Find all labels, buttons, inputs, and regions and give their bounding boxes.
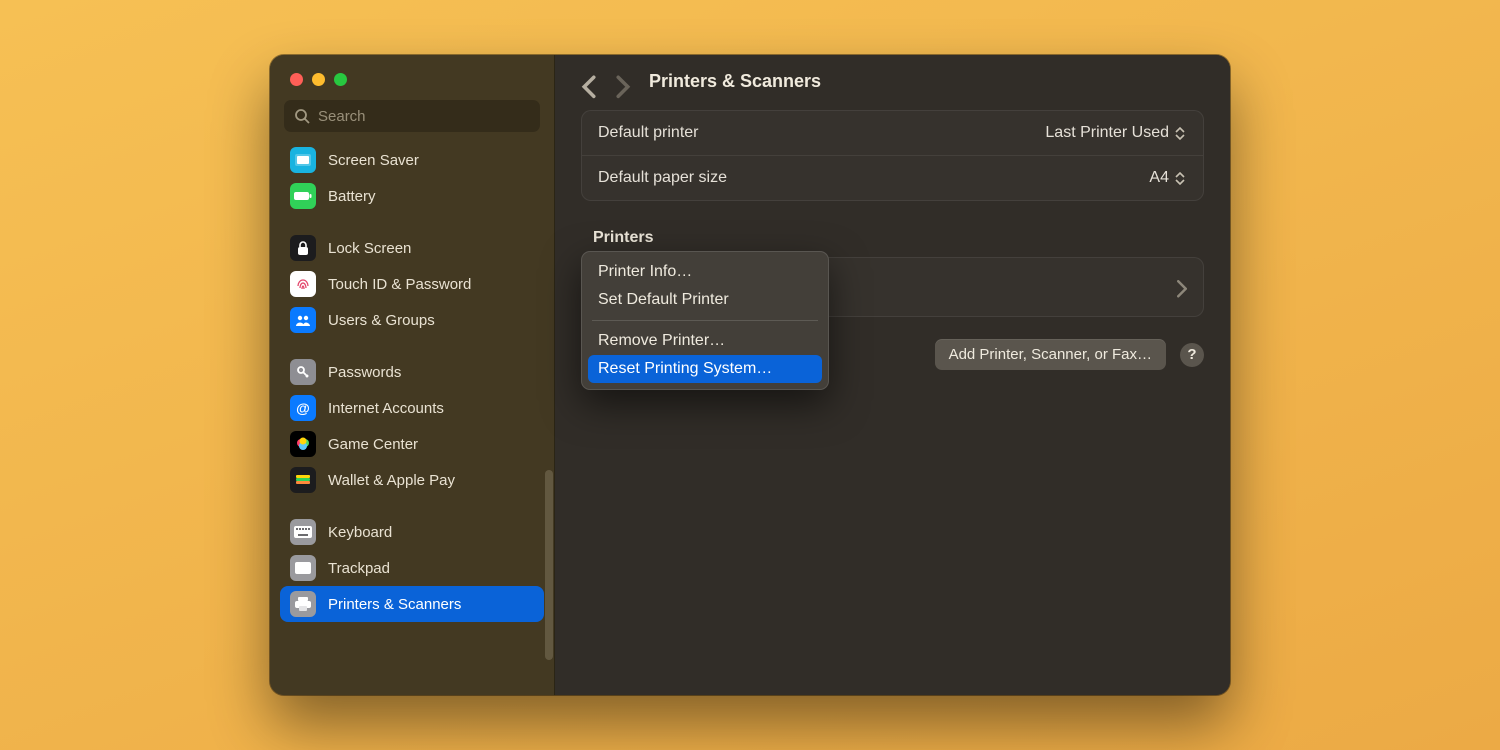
updown-icon <box>1175 127 1187 140</box>
nav-back-button[interactable] <box>581 74 597 90</box>
sidebar-item-users-groups[interactable]: Users & Groups <box>280 302 544 338</box>
sidebar: Screen Saver Battery Lock Screen <box>270 55 555 695</box>
lock-icon <box>290 235 316 261</box>
sidebar-item-label: Battery <box>328 188 376 205</box>
key-icon <box>290 359 316 385</box>
gamecenter-icon <box>290 431 316 457</box>
sidebar-item-battery[interactable]: Battery <box>280 178 544 214</box>
minimize-window-button[interactable] <box>312 73 325 86</box>
menu-item-set-default[interactable]: Set Default Printer <box>588 286 822 314</box>
sidebar-item-printers-scanners[interactable]: Printers & Scanners <box>280 586 544 622</box>
keyboard-icon <box>290 519 316 545</box>
menu-item-remove-printer[interactable]: Remove Printer… <box>588 327 822 355</box>
search-container <box>270 86 554 140</box>
at-icon: @ <box>290 395 316 421</box>
sidebar-item-touch-id[interactable]: Touch ID & Password <box>280 266 544 302</box>
help-button[interactable]: ? <box>1180 343 1204 367</box>
nav-forward-button[interactable] <box>615 74 631 90</box>
fingerprint-icon <box>290 271 316 297</box>
traffic-lights <box>270 55 554 86</box>
sidebar-item-label: Game Center <box>328 436 418 453</box>
titlebar: Printers & Scanners <box>581 71 1204 110</box>
zoom-window-button[interactable] <box>334 73 347 86</box>
default-printer-row[interactable]: Default printer Last Printer Used <box>582 111 1203 155</box>
scrollbar-thumb[interactable] <box>545 470 553 660</box>
trackpad-icon <box>290 555 316 581</box>
sidebar-item-keyboard[interactable]: Keyboard <box>280 514 544 550</box>
system-settings-window: Screen Saver Battery Lock Screen <box>270 55 1230 695</box>
sidebar-item-label: Printers & Scanners <box>328 596 461 613</box>
printer-icon <box>290 591 316 617</box>
printers-section-title: Printers <box>593 229 1204 247</box>
search-input[interactable] <box>284 100 540 132</box>
defaults-card: Default printer Last Printer Used Defaul… <box>581 110 1204 201</box>
row-value: A4 <box>1149 169 1187 187</box>
default-paper-row[interactable]: Default paper size A4 <box>582 155 1203 200</box>
sidebar-item-label: Wallet & Apple Pay <box>328 472 455 489</box>
users-icon <box>290 307 316 333</box>
default-printer-value: Last Printer Used <box>1045 124 1169 142</box>
row-label: Default paper size <box>598 169 727 187</box>
wallet-icon <box>290 467 316 493</box>
sidebar-item-internet-accounts[interactable]: @ Internet Accounts <box>280 390 544 426</box>
sidebar-item-label: Internet Accounts <box>328 400 444 417</box>
sidebar-item-passwords[interactable]: Passwords <box>280 354 544 390</box>
page-title: Printers & Scanners <box>649 71 821 92</box>
sidebar-item-label: Trackpad <box>328 560 390 577</box>
battery-icon <box>290 183 316 209</box>
chevron-right-icon <box>1177 280 1187 294</box>
row-label: Default printer <box>598 124 699 142</box>
sidebar-item-label: Users & Groups <box>328 312 435 329</box>
search-icon <box>294 108 310 124</box>
sidebar-item-lock-screen[interactable]: Lock Screen <box>280 230 544 266</box>
default-paper-value: A4 <box>1149 169 1169 187</box>
sidebar-item-wallet[interactable]: Wallet & Apple Pay <box>280 462 544 498</box>
screen-saver-icon <box>290 147 316 173</box>
row-value: Last Printer Used <box>1045 124 1187 142</box>
sidebar-item-trackpad[interactable]: Trackpad <box>280 550 544 586</box>
sidebar-item-label: Passwords <box>328 364 401 381</box>
menu-item-printer-info[interactable]: Printer Info… <box>588 258 822 286</box>
sidebar-item-label: Lock Screen <box>328 240 411 257</box>
updown-icon <box>1175 172 1187 185</box>
sidebar-item-screen-saver[interactable]: Screen Saver <box>280 142 544 178</box>
close-window-button[interactable] <box>290 73 303 86</box>
sidebar-item-label: Screen Saver <box>328 152 419 169</box>
sidebar-list: Screen Saver Battery Lock Screen <box>270 140 554 695</box>
context-menu: Printer Info… Set Default Printer Remove… <box>581 251 829 390</box>
add-printer-button[interactable]: Add Printer, Scanner, or Fax… <box>935 339 1166 370</box>
sidebar-item-game-center[interactable]: Game Center <box>280 426 544 462</box>
sidebar-item-label: Touch ID & Password <box>328 276 471 293</box>
sidebar-item-label: Keyboard <box>328 524 392 541</box>
menu-separator <box>592 320 818 321</box>
menu-item-reset-printing-system[interactable]: Reset Printing System… <box>588 355 822 383</box>
main-content: Printers & Scanners Default printer Last… <box>555 55 1230 695</box>
